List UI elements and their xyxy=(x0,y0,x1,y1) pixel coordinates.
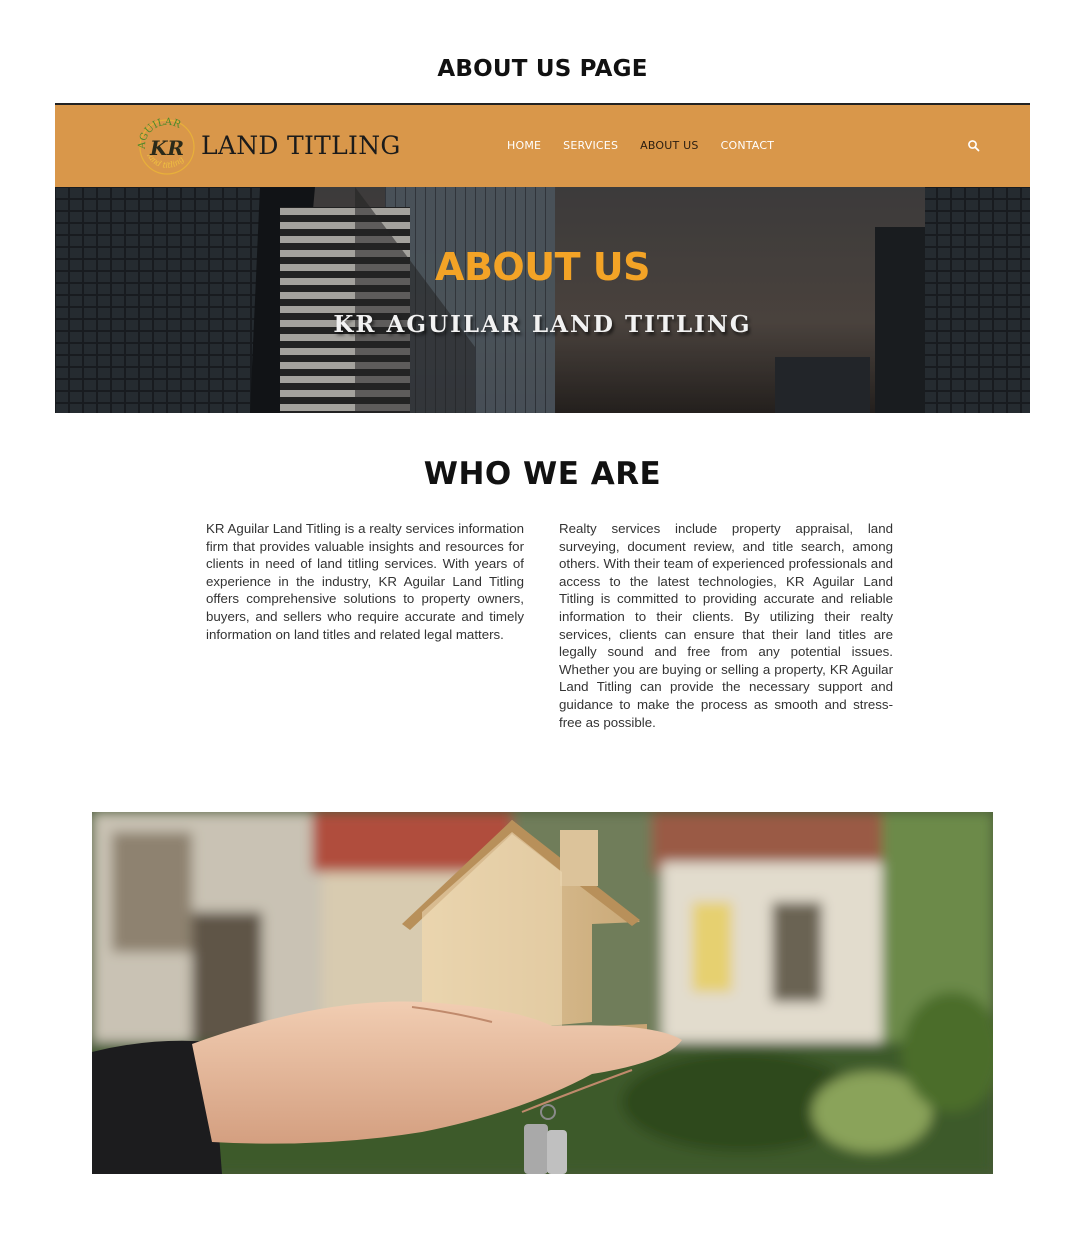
about-paragraph-right: Realty services include property apprais… xyxy=(559,521,893,730)
logo-monogram: KR xyxy=(149,136,184,160)
logo-emblem: AGUILAR land titling KR xyxy=(137,117,195,175)
nav-about-us[interactable]: ABOUT US xyxy=(640,139,698,152)
navbar: AGUILAR land titling KR LAND TITLING HOM… xyxy=(55,105,1030,187)
hero-banner: ABOUT US KR AGUILAR LAND TITLING xyxy=(55,187,1030,413)
nav-menu: HOME SERVICES ABOUT US CONTACT xyxy=(507,139,774,152)
website-mockup: AGUILAR land titling KR LAND TITLING HOM… xyxy=(55,103,1030,413)
brand-name[interactable]: LAND TITLING xyxy=(201,131,401,160)
hero-title: ABOUT US xyxy=(435,245,650,289)
who-we-are-title: WHO WE ARE xyxy=(423,456,662,492)
about-paragraph-left: KR Aguilar Land Titling is a realty serv… xyxy=(206,521,524,642)
hero-subtitle: KR AGUILAR LAND TITLING xyxy=(333,311,752,338)
page-heading: ABOUT US PAGE xyxy=(437,56,648,82)
nav-services[interactable]: SERVICES xyxy=(563,139,618,152)
nav-contact[interactable]: CONTACT xyxy=(721,139,775,152)
nav-home[interactable]: HOME xyxy=(507,139,541,152)
house-in-hands-photo xyxy=(92,812,993,1174)
city-skyline-image xyxy=(55,187,1030,413)
search-icon[interactable] xyxy=(967,139,981,153)
